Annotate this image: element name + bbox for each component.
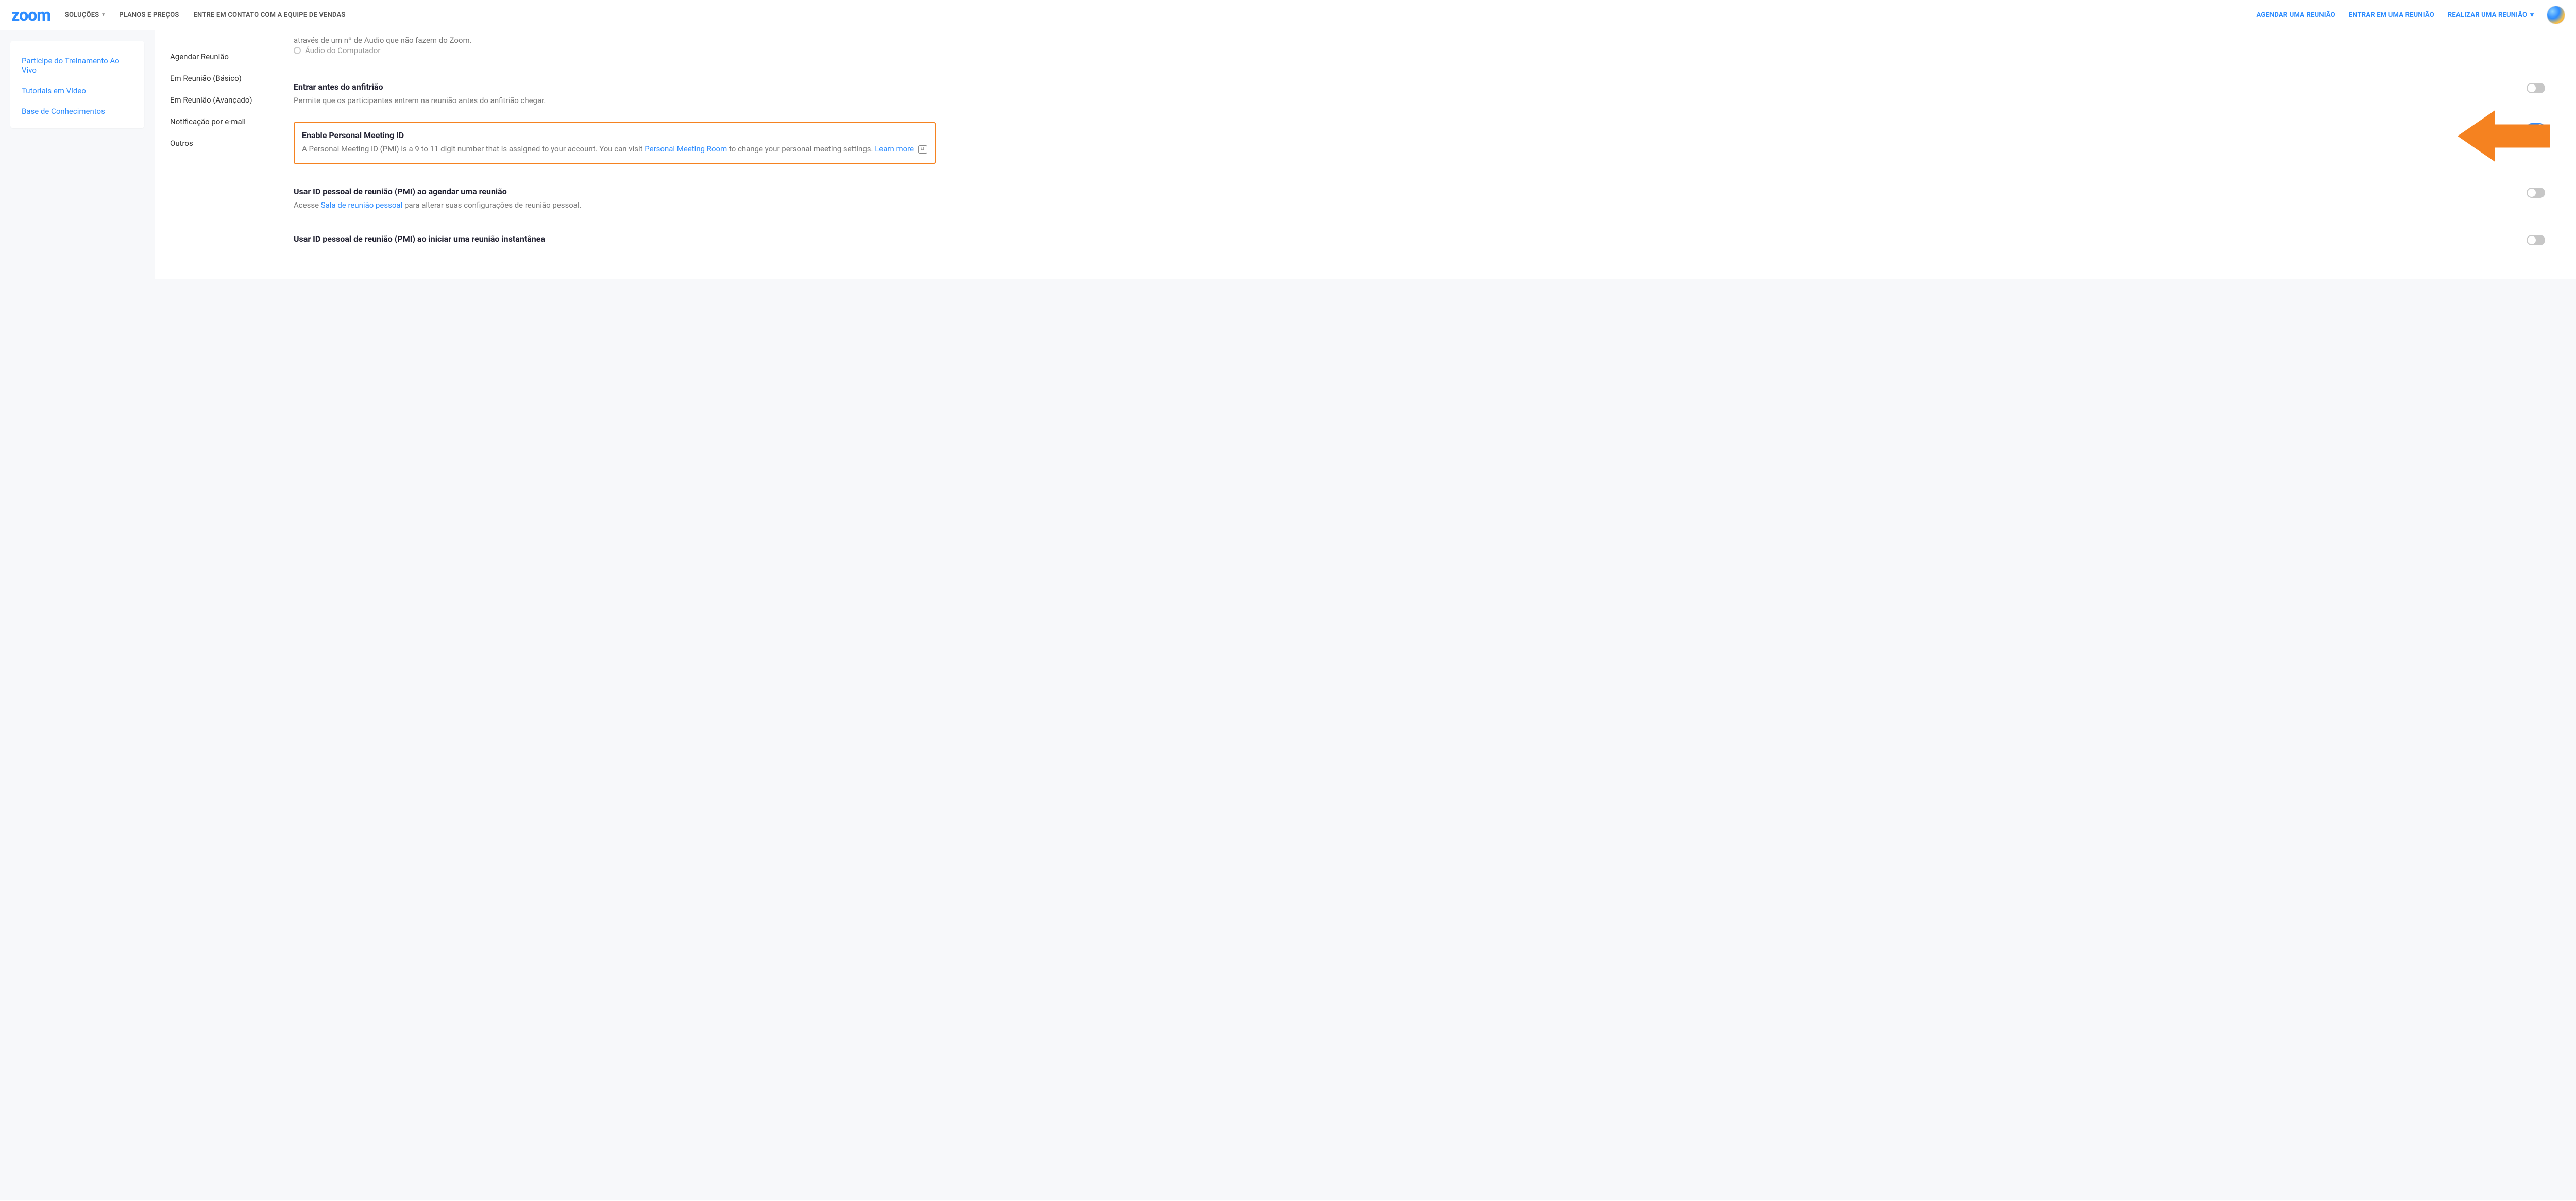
subnav-schedule[interactable]: Agendar Reunião [170,46,294,67]
sidebar-link-tutorials[interactable]: Tutoriais em Vídeo [22,86,133,95]
header-bar: zoom SOLUÇÕES ▾ PLANOS E PREÇOS ENTRE EM… [0,0,2576,30]
setting-use-pmi-instant: Usar ID pessoal de reunião (PMI) ao inic… [294,223,2545,258]
chevron-down-icon: ▾ [102,12,105,18]
content-area: Agendar Reunião Em Reunião (Básico) Em R… [155,30,2576,279]
sidebar-link-knowledge[interactable]: Base de Conhecimentos [22,107,133,116]
link-learn-more[interactable]: Learn more [875,144,914,154]
avatar[interactable] [2547,6,2565,24]
setting-use-pmi-schedule: Usar ID pessoal de reunião (PMI) ao agen… [294,175,2545,223]
help-sidebar: Participe do Treinamento Ao Vivo Tutoria… [0,30,144,139]
setting-title: Usar ID pessoal de reunião (PMI) ao agen… [294,187,582,196]
setting-text: Usar ID pessoal de reunião (PMI) ao agen… [294,187,582,211]
setting-desc: A Personal Meeting ID (PMI) is a 9 to 11… [302,143,927,155]
radio-icon [294,47,301,54]
settings-subnav: Agendar Reunião Em Reunião (Básico) Em R… [170,30,294,258]
header-right: AGENDAR UMA REUNIÃO ENTRAR EM UMA REUNIÃ… [2257,6,2565,24]
truncated-prev-desc: através de um nº de Audio que não fazem … [294,36,2545,45]
subnav-email-notification[interactable]: Notificação por e-mail [170,111,294,132]
cta-host-meeting[interactable]: REALIZAR UMA REUNIÃO ▾ [2448,11,2534,19]
toggle-use-pmi-schedule[interactable] [2527,188,2545,198]
toggle-use-pmi-instant[interactable] [2527,235,2545,245]
desc-part-a: Acesse [294,200,321,210]
setting-desc: Acesse Sala de reunião pessoal para alte… [294,199,582,211]
toggle-join-before-host[interactable] [2527,83,2545,93]
link-personal-meeting-room[interactable]: Personal Meeting Room [645,144,727,154]
setting-title: Usar ID pessoal de reunião (PMI) ao inic… [294,234,545,244]
subnav-in-meeting-advanced[interactable]: Em Reunião (Avançado) [170,89,294,111]
settings-column: através de um nº de Audio que não fazem … [294,30,2576,258]
desc-part-b: para alterar suas configurações de reuni… [402,200,581,210]
nav-plans[interactable]: PLANOS E PREÇOS [119,11,179,19]
cta-host-label: REALIZAR UMA REUNIÃO [2448,11,2527,19]
page-body: Participe do Treinamento Ao Vivo Tutoria… [0,30,2576,1200]
link-personal-meeting-room-pt[interactable]: Sala de reunião pessoal [321,200,402,210]
cta-schedule-meeting[interactable]: AGENDAR UMA REUNIÃO [2257,11,2335,19]
desc-part-b: to change your personal meeting settings… [727,144,875,154]
highlight-wrap: Enable Personal Meeting ID A Personal Me… [294,118,2545,176]
subnav-others[interactable]: Outros [170,132,294,154]
modified-badge-icon: ⧉ [918,145,927,154]
chevron-down-icon: ▾ [2530,11,2534,19]
desc-part-a: A Personal Meeting ID (PMI) is a 9 to 11… [302,144,645,154]
toggle-enable-pmi[interactable] [2527,123,2545,133]
setting-enable-pmi: Enable Personal Meeting ID A Personal Me… [294,118,2545,176]
sidebar-link-training[interactable]: Participe do Treinamento Ao Vivo [22,56,133,75]
help-card: Participe do Treinamento Ao Vivo Tutoria… [10,41,144,128]
zoom-logo[interactable]: zoom [11,5,50,25]
content-inner: Agendar Reunião Em Reunião (Básico) Em R… [155,30,2576,258]
setting-text: Usar ID pessoal de reunião (PMI) ao inic… [294,234,545,247]
setting-title: Enable Personal Meeting ID [302,130,927,140]
setting-join-before-host: Entrar antes do anfitrião Permite que os… [294,71,2545,118]
radio-computer-audio[interactable]: Áudio do Computador [294,46,2545,55]
nav-solutions-label: SOLUÇÕES [65,11,99,19]
cta-join-meeting[interactable]: ENTRAR EM UMA REUNIÃO [2349,11,2434,19]
radio-label: Áudio do Computador [305,46,380,55]
subnav-in-meeting-basic[interactable]: Em Reunião (Básico) [170,67,294,89]
nav-solutions[interactable]: SOLUÇÕES ▾ [65,11,105,19]
nav-contact-sales[interactable]: ENTRE EM CONTATO COM A EQUIPE DE VENDAS [194,11,346,19]
highlight-box: Enable Personal Meeting ID A Personal Me… [294,122,936,164]
setting-title: Entrar antes do anfitrião [294,82,546,92]
setting-text: Entrar antes do anfitrião Permite que os… [294,82,546,107]
setting-desc: Permite que os participantes entrem na r… [294,95,546,107]
header-left: zoom SOLUÇÕES ▾ PLANOS E PREÇOS ENTRE EM… [11,5,346,25]
